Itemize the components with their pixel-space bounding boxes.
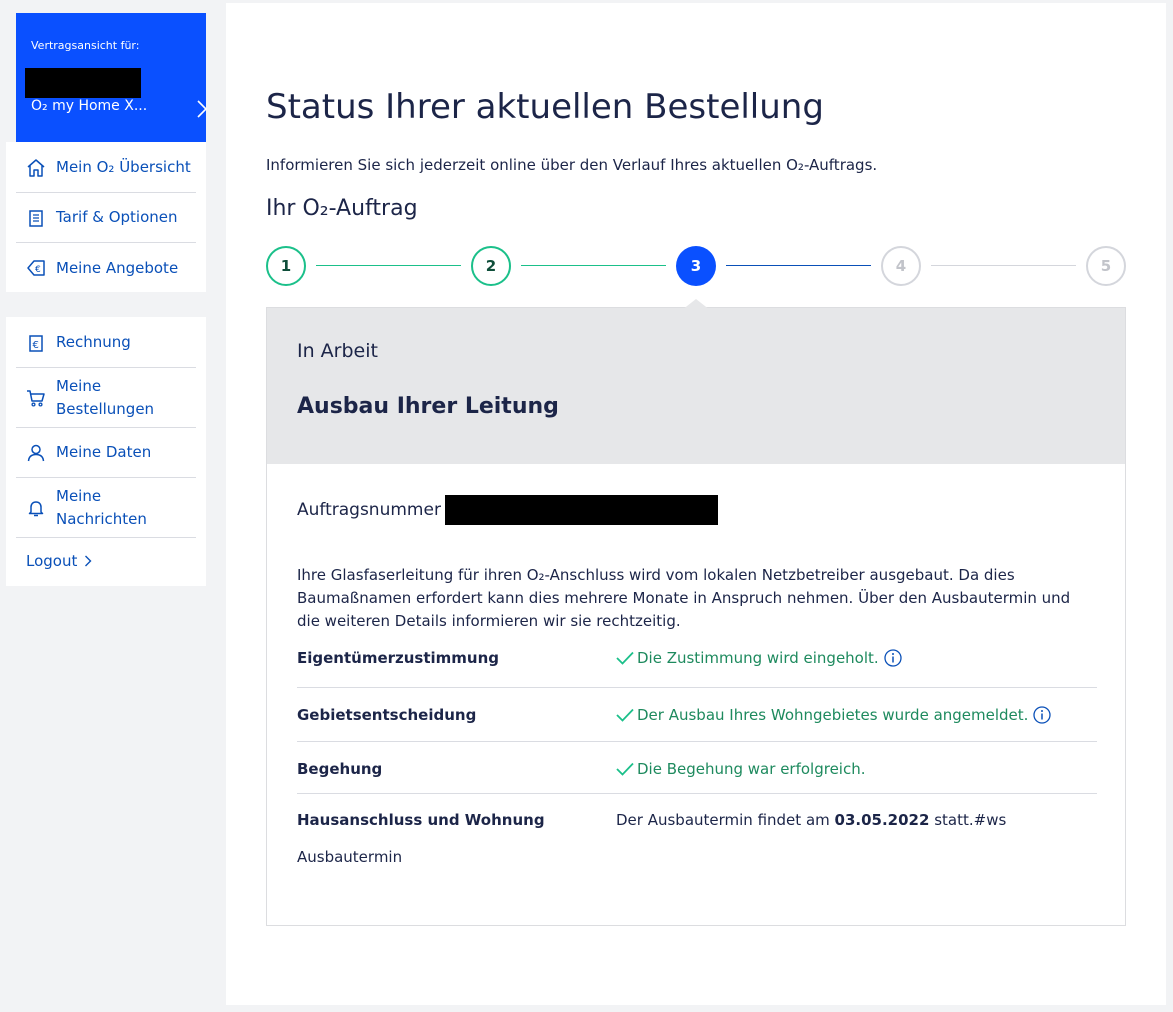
redacted-order-number [445, 495, 718, 525]
status-header: In Arbeit Ausbau Ihrer Leitung [266, 307, 1126, 465]
step-connector [316, 265, 461, 266]
step-3[interactable]: 3 [676, 246, 716, 286]
row-label: Begehung [297, 760, 383, 778]
checkmark-icon [616, 651, 634, 665]
row-value: Die Begehung war erfolgreich. [616, 760, 866, 778]
step-1[interactable]: 1 [266, 246, 306, 286]
invoice-icon: € [29, 334, 43, 352]
step-connector [726, 265, 871, 266]
row-value-text: Der Ausbau Ihres Wohngebietes wurde ange… [637, 706, 1029, 724]
chevron-right-icon [85, 555, 92, 567]
status-row-inspection: Begehung Die Begehung war erfolgreich. [297, 742, 1097, 794]
row-label: Gebietsentscheidung [297, 706, 477, 724]
sidebar-item-label: Meine Nachrichten [56, 486, 147, 528]
bell-icon [28, 500, 44, 516]
checkmark-icon [616, 708, 634, 722]
sidebar-item-orders[interactable]: Meine Bestellungen [16, 368, 196, 428]
row-value: Die Zustimmung wird eingeholt. [616, 649, 902, 667]
order-number-label: Auftragsnummer : [297, 500, 453, 520]
row-value-text: Die Begehung war erfolgreich. [637, 760, 866, 778]
logout-link[interactable]: Logout [26, 552, 92, 570]
active-step-pointer [682, 299, 710, 310]
page-title: Status Ihrer aktuellen Bestellung [266, 87, 824, 127]
info-icon[interactable] [1033, 706, 1052, 724]
step-connector [521, 265, 666, 266]
sidebar-item-messages[interactable]: Meine Nachrichten [16, 478, 196, 538]
construction-date-text: Der Ausbautermin findet am 03.05.2022 st… [616, 811, 1006, 829]
order-progress-stepper: 1 2 3 4 5 [266, 246, 1126, 286]
step-4: 4 [881, 246, 921, 286]
row-value: Der Ausbau Ihres Wohngebietes wurde ange… [616, 706, 1052, 724]
date-text-before: Der Ausbautermin findet am [616, 811, 830, 829]
main-content: Status Ihrer aktuellen Bestellung Inform… [226, 3, 1166, 1005]
order-details: Auftragsnummer : Ihre Glasfaserleitung f… [266, 464, 1126, 926]
redacted-customer-name [25, 68, 141, 98]
sidebar-item-label: Meine Angebote [56, 258, 179, 277]
sidebar-item-label: Meine Daten [56, 443, 152, 461]
sidebar-item-invoice[interactable]: € Rechnung [16, 318, 196, 368]
step-5: 5 [1086, 246, 1126, 286]
intro-text: Informieren Sie sich jederzeit online üb… [266, 156, 878, 174]
document-icon [29, 209, 43, 227]
status-row-owner-consent: Eigentümerzustimmung Die Zustimmung wird… [297, 639, 1097, 688]
row-label: Eigentümerzustimmung [297, 649, 500, 667]
order-description: Ihre Glasfaserleitung für ihren O₂-Ansch… [297, 566, 1071, 630]
sidebar-item-label: Tarif & Optionen [56, 208, 178, 226]
contract-name: O₂ my Home X... [31, 98, 148, 114]
logout-label: Logout [26, 552, 78, 570]
row-value-text: Die Zustimmung wird eingeholt. [637, 649, 879, 667]
step-connector [931, 265, 1076, 266]
status-headline: Ausbau Ihrer Leitung [297, 394, 559, 419]
construction-date: 03.05.2022 [834, 811, 930, 829]
row-label: Hausanschluss und Wohnung [297, 811, 545, 829]
sidebar-item-label: Mein O₂ Übersicht [56, 158, 191, 176]
cart-icon [27, 389, 45, 407]
step-2[interactable]: 2 [471, 246, 511, 286]
sidebar-item-label: Meine Bestellungen [56, 376, 155, 418]
sidebar-item-label: Rechnung [56, 333, 131, 351]
home-icon [27, 158, 45, 177]
contract-label: Vertragsansicht für: [31, 39, 140, 52]
svg-text:€: € [33, 340, 39, 351]
checkmark-icon [616, 762, 634, 776]
euro-tag-icon: € [27, 260, 45, 276]
section-title: Ihr O₂-Auftrag [266, 196, 418, 221]
date-text-after: statt.#ws [934, 811, 1007, 829]
status-row-house-connection: Hausanschluss und Wohnung Ausbautermin D… [297, 794, 1097, 884]
svg-text:€: € [35, 265, 41, 275]
user-icon [27, 444, 45, 461]
sidebar-item-tariff[interactable]: Tarif & Optionen [16, 193, 196, 243]
sidebar-item-personal-data[interactable]: Meine Daten [16, 428, 196, 478]
contract-selector[interactable]: Vertragsansicht für: O₂ my Home X... [16, 13, 208, 142]
info-icon[interactable] [884, 649, 902, 667]
status-state: In Arbeit [297, 340, 378, 362]
sidebar-item-overview[interactable]: Mein O₂ Übersicht [16, 143, 196, 193]
chevron-right-icon[interactable] [194, 100, 210, 118]
sidebar-item-offers[interactable]: € Meine Angebote [16, 243, 196, 293]
status-row-area-decision: Gebietsentscheidung Der Ausbau Ihres Woh… [297, 688, 1097, 742]
row-sub-label: Ausbautermin [297, 848, 403, 866]
